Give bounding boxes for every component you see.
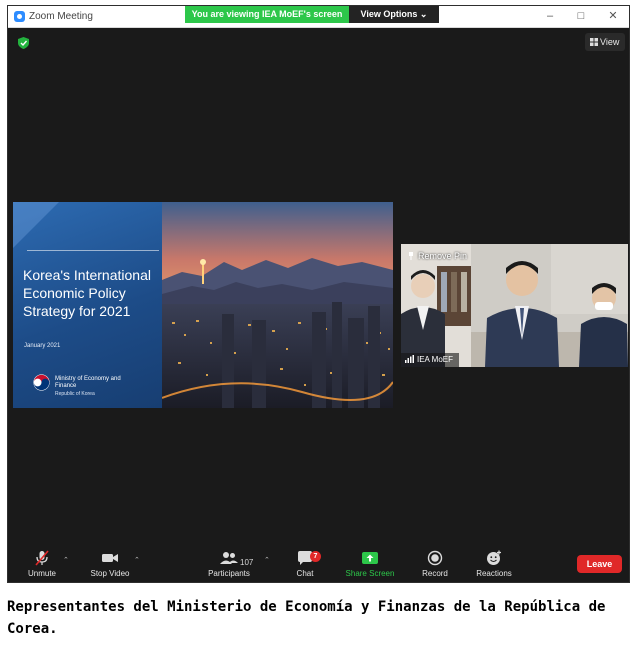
participant-name: IEA MoEF: [417, 355, 454, 364]
view-label: View: [600, 37, 620, 47]
record-button[interactable]: Record: [420, 550, 450, 578]
slide-title-panel: Korea's International Economic Policy St…: [13, 202, 162, 408]
record-icon: [427, 550, 443, 566]
share-screen-button[interactable]: Share Screen: [344, 550, 396, 578]
chat-label: Chat: [296, 569, 314, 578]
leave-meeting-button[interactable]: Leave: [577, 555, 622, 573]
remove-pin-label: Remove Pin: [418, 251, 468, 261]
ministry-emblem-icon: [33, 374, 50, 391]
view-button[interactable]: View: [585, 33, 625, 51]
muted-microphone-icon: [35, 550, 49, 566]
ministry-name: Ministry of Economy and Finance: [55, 376, 121, 389]
stop-video-button[interactable]: Stop Video: [88, 550, 132, 578]
participants-icon: [220, 552, 238, 564]
audio-options-caret-icon[interactable]: ⌃: [63, 556, 69, 564]
unmute-button[interactable]: Unmute: [22, 550, 62, 578]
video-options-caret-icon[interactable]: ⌃: [134, 556, 140, 564]
participant-video-feed: [401, 244, 628, 367]
slide-date: January 2021: [24, 343, 61, 349]
remove-pin-button[interactable]: Remove Pin: [408, 251, 467, 261]
reactions-smiley-icon: [487, 550, 501, 565]
participants-options-caret-icon[interactable]: ⌃: [264, 556, 270, 564]
reactions-button[interactable]: Reactions: [474, 550, 514, 578]
grid-icon: [590, 38, 598, 46]
reactions-label: Reactions: [476, 569, 512, 578]
participant-count: 107: [240, 558, 254, 567]
participants-label: Participants: [208, 569, 250, 578]
zoom-window: Zoom Meeting You are viewing IEA MoEF's …: [7, 5, 630, 583]
slide-divider: [27, 250, 159, 251]
video-camera-icon: [102, 554, 118, 562]
share-screen-icon: [362, 552, 378, 564]
ministry-country: Republic of Korea: [55, 391, 95, 397]
minimize-button[interactable]: –: [539, 9, 561, 23]
chat-unread-badge: 7: [310, 551, 321, 562]
unmute-label: Unmute: [27, 569, 56, 578]
window-title: Zoom Meeting: [29, 11, 93, 22]
close-button[interactable]: ✕: [602, 9, 624, 23]
participant-name-tag: IEA MoEF: [401, 353, 460, 367]
meeting-toolbar: Unmute ⌃ Stop Video ⌃ Participants 107 ⌃…: [8, 542, 629, 582]
zoom-logo-icon: [14, 11, 25, 22]
photo-caption: Representantes del Ministerio de Economí…: [7, 599, 606, 637]
view-options-button[interactable]: View Options ⌄: [349, 6, 439, 23]
signal-strength-icon: [405, 355, 414, 363]
participant-video-tile[interactable]: Remove Pin IEA MoEF: [401, 244, 628, 367]
share-screen-label: Share Screen: [345, 569, 395, 578]
title-bar: Zoom Meeting You are viewing IEA MoEF's …: [8, 6, 629, 28]
record-label: Record: [422, 569, 448, 578]
seoul-night-cityscape-photo: [162, 202, 393, 408]
stop-video-label: Stop Video: [90, 569, 130, 578]
slide-title: Korea's International Economic Policy St…: [23, 267, 151, 319]
pin-icon: [409, 252, 413, 260]
shared-screen-slide: Korea's International Economic Policy St…: [13, 202, 393, 408]
encryption-shield-icon[interactable]: [18, 37, 29, 49]
maximize-button[interactable]: □: [570, 9, 592, 23]
screen-share-banner: You are viewing IEA MoEF's screen: [185, 6, 349, 23]
